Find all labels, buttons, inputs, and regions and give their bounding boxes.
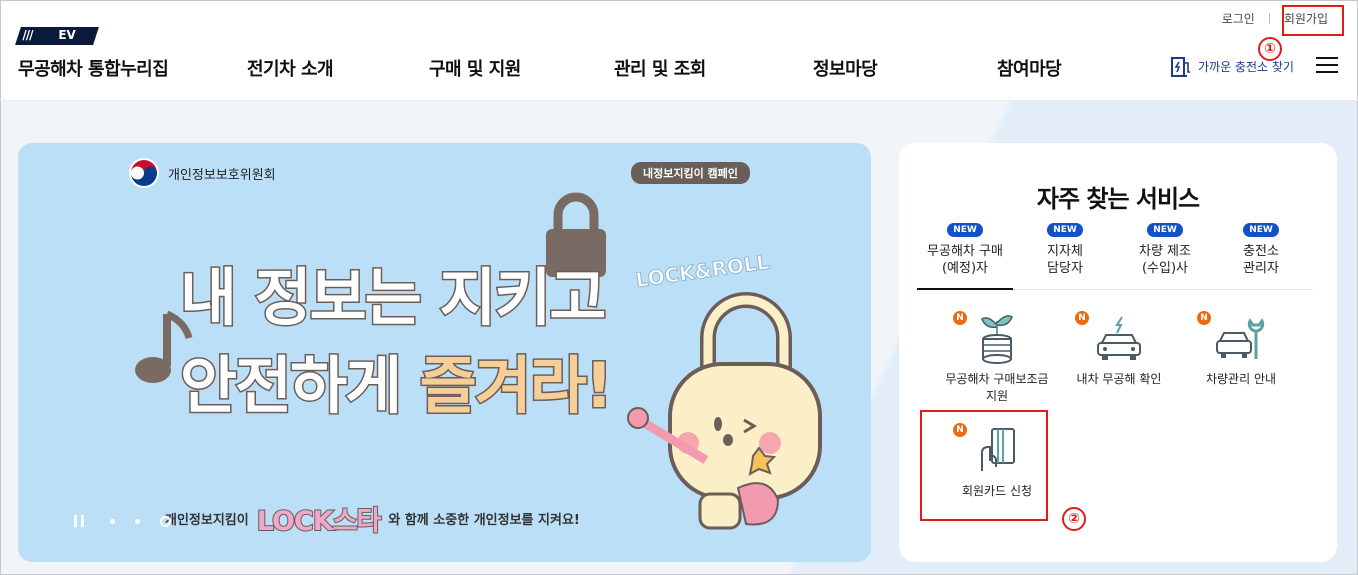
main-banner[interactable]: 개인정보보호위원회 내정보지킴이 캠페인 내 정보는 지키고 안전하게 즐겨라!…	[18, 143, 871, 562]
tab-label: 충전소 관리자	[1243, 244, 1279, 276]
car-wrench-icon	[1216, 318, 1265, 359]
tab-label: 차량 제조 (수입)사	[1139, 244, 1191, 276]
new-badge: NEW	[1243, 223, 1279, 237]
new-badge: NEW	[947, 223, 983, 237]
org-name: 개인정보보호위원회	[168, 167, 276, 183]
pause-icon[interactable]	[74, 515, 84, 527]
pipc-logo: 개인정보보호위원회	[128, 157, 276, 189]
hero-line-2-b: 즐겨라!	[418, 348, 614, 424]
service-my-car-check[interactable]: N 내차 무공해 확인	[1054, 303, 1184, 388]
electric-car-icon	[1097, 316, 1141, 360]
banner-bottom-text: 개인정보지킴이 LOCK스타 와 함께 소중한 개인정보를 지켜요!	[165, 499, 580, 538]
ev-logo[interactable]: /// EV	[15, 27, 99, 45]
new-n-badge: N	[953, 311, 967, 325]
pager-dot-1[interactable]	[110, 518, 115, 524]
lock-roll-text: LOCK&ROLL	[634, 250, 771, 293]
login-link[interactable]: 로그인	[1222, 10, 1255, 27]
annotation-box-signup	[1282, 5, 1344, 36]
audience-tabs: NEW 무공해차 구매 (예정)자 NEW 지자체 담당자 NEW 차량 제조 (수입…	[917, 217, 1313, 290]
hero-line-2: 안전하게 즐겨라!	[179, 335, 615, 425]
logo-ev-text: EV	[58, 28, 76, 42]
nav-item-participation[interactable]: 참여마당	[997, 55, 1062, 81]
banner-pager	[74, 515, 191, 527]
bottom-suffix: 와 함께 소중한 개인정보를 지켜요!	[388, 513, 580, 528]
coins-plant-icon	[981, 315, 1013, 364]
new-n-badge: N	[1197, 311, 1211, 325]
nav-item-info[interactable]: 정보마당	[813, 55, 878, 81]
nav-item-ev-intro[interactable]: 전기차 소개	[247, 55, 334, 81]
nav-item-manage-lookup[interactable]: 관리 및 조회	[614, 55, 706, 81]
hero-line-2-a: 안전하게	[179, 348, 420, 424]
hero-line-1: 내 정보는 지키고	[178, 247, 608, 337]
pager-dot-2[interactable]	[135, 518, 140, 524]
hero-line-1-a: 내 정보는	[178, 260, 440, 336]
panel-title: 자주 찾는 서비스	[1036, 185, 1200, 213]
service-subsidy[interactable]: N 무공해차 구매보조금 지원	[932, 303, 1062, 405]
service-label: 내차 무공해 확인	[1076, 372, 1162, 386]
tab-label: 지자체 담당자	[1047, 244, 1083, 276]
pager-dot-active[interactable]	[160, 515, 171, 527]
annotation-marker-1: ①	[1258, 37, 1282, 61]
hero-line-1-b: 지키고	[438, 260, 608, 336]
campaign-tag: 내정보지킴이 캠페인	[631, 162, 750, 184]
tab-buyer[interactable]: NEW 무공해차 구매 (예정)자	[917, 217, 1013, 290]
annotation-marker-2: ②	[1062, 507, 1086, 531]
new-badge: NEW	[1147, 223, 1183, 237]
tab-charger-admin[interactable]: NEW 충전소 관리자	[1213, 217, 1309, 277]
service-label: 차량관리 안내	[1205, 372, 1277, 386]
nav-item-purchase-support[interactable]: 구매 및 지원	[429, 55, 521, 81]
main-nav: 전기차 소개 구매 및 지원 관리 및 조회 정보마당 참여마당	[0, 55, 1358, 81]
util-separator	[1268, 13, 1270, 24]
logo-slashes: ///	[22, 28, 33, 42]
tab-local-gov[interactable]: NEW 지자체 담당자	[1017, 217, 1113, 277]
tab-label: 무공해차 구매 (예정)자	[927, 244, 1003, 276]
annotation-box-member-card	[920, 410, 1048, 521]
service-vehicle-management[interactable]: N 차량관리 안내	[1176, 303, 1306, 388]
menu-icon[interactable]	[1316, 57, 1338, 75]
charger-icon	[1171, 57, 1190, 77]
new-badge: NEW	[1047, 223, 1083, 237]
lock-character-illustration: LOCK&ROLL	[627, 249, 822, 530]
new-n-badge: N	[1075, 311, 1089, 325]
taegeuk-icon	[129, 158, 159, 188]
service-label: 무공해차 구매보조금 지원	[945, 372, 1049, 403]
charger-link-label: 가까운 충전소 찾기	[1198, 59, 1294, 74]
tab-manufacturer[interactable]: NEW 차량 제조 (수입)사	[1117, 217, 1213, 277]
lockstar-logo: LOCK스타	[256, 505, 383, 538]
